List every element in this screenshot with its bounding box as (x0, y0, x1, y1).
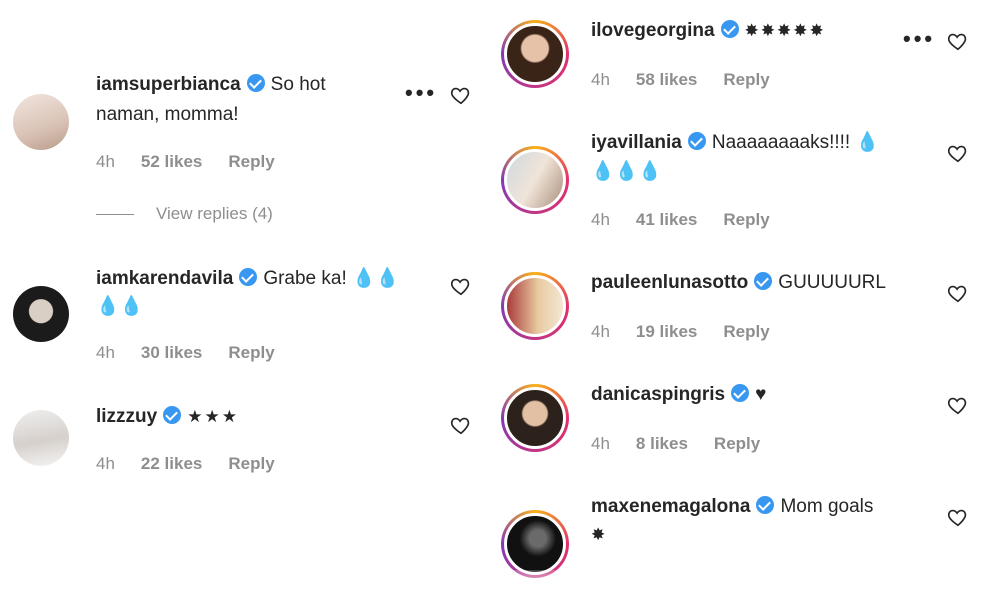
heart-icon[interactable] (947, 394, 969, 416)
comment-username[interactable]: ilovegeorgina (591, 20, 715, 41)
avatar-story-ring[interactable] (501, 146, 569, 214)
comment-time[interactable]: 4h (591, 210, 610, 229)
verified-badge-icon (163, 406, 182, 424)
avatar[interactable] (13, 410, 69, 466)
avatar[interactable] (504, 275, 566, 337)
avatar[interactable] (504, 149, 566, 211)
bottom-fade (495, 570, 1000, 599)
reply-button[interactable]: Reply (723, 322, 769, 341)
comment-time[interactable]: 4h (591, 434, 610, 453)
comment-text: Naaaaaaaaks!!!! 💧 (711, 132, 880, 153)
comment-text-continued: ✸ (591, 525, 608, 544)
view-replies-link[interactable]: View replies (4) (96, 204, 273, 224)
comment-likes[interactable]: 19 likes (636, 322, 697, 341)
avatar-story-ring[interactable] (501, 384, 569, 452)
reply-button[interactable]: Reply (723, 210, 769, 229)
avatar[interactable] (504, 513, 566, 575)
heart-icon[interactable] (947, 30, 969, 52)
divider-line (96, 214, 134, 216)
more-options-icon[interactable]: ••• (903, 26, 935, 52)
comment-username[interactable]: iamsuperbianca (96, 74, 241, 95)
verified-badge-icon (756, 496, 775, 514)
reply-button[interactable]: Reply (228, 454, 274, 473)
more-options-icon[interactable]: ••• (405, 80, 437, 106)
heart-icon[interactable] (450, 84, 472, 106)
reply-button[interactable]: Reply (228, 152, 274, 171)
avatar[interactable] (504, 387, 566, 449)
comment-time[interactable]: 4h (96, 454, 115, 473)
comment-text: ♥ (755, 384, 767, 405)
comment-text-continued: naman, momma! (96, 104, 239, 125)
heart-icon[interactable] (947, 506, 969, 528)
comment-username[interactable]: danicaspingris (591, 384, 725, 405)
avatar-story-ring[interactable] (501, 272, 569, 340)
right-comment-column: ilovegeorgina ✸✸✸✸✸ 4h 58 likes Reply ••• i… (495, 0, 1000, 599)
heart-icon[interactable] (450, 414, 472, 436)
reply-button[interactable]: Reply (228, 343, 274, 362)
comment-text: GUUUUURL (778, 272, 886, 293)
avatar[interactable] (13, 94, 69, 150)
comment-likes[interactable]: 22 likes (141, 454, 202, 473)
verified-badge-icon (239, 268, 258, 286)
comment-likes[interactable]: 52 likes (141, 152, 202, 171)
comment-likes[interactable]: 41 likes (636, 210, 697, 229)
avatar[interactable] (13, 286, 69, 342)
left-comment-column: iamsuperbianca So hot naman, momma! 4h 52 … (0, 0, 495, 599)
avatar-story-ring[interactable] (501, 20, 569, 88)
comment-likes[interactable]: 30 likes (141, 343, 202, 362)
comment-text: Grabe ka! 💧💧 (263, 268, 400, 289)
verified-badge-icon (754, 272, 773, 290)
comment-text: Mom goals (780, 496, 874, 517)
verified-badge-icon (731, 384, 750, 402)
comment-time[interactable]: 4h (591, 322, 610, 341)
verified-badge-icon (720, 20, 739, 38)
comment-username[interactable]: iamkarendavila (96, 268, 233, 289)
comment-text: ✸✸✸✸✸ (744, 21, 826, 40)
comment-username[interactable]: pauleenlunasotto (591, 272, 748, 293)
comment-time[interactable]: 4h (96, 343, 115, 362)
heart-icon[interactable] (947, 142, 969, 164)
comment-username[interactable]: maxenemagalona (591, 496, 750, 517)
verified-badge-icon (687, 132, 706, 150)
comment-text-continued: 💧💧💧 (591, 161, 662, 182)
comment-time[interactable]: 4h (591, 70, 610, 89)
reply-button[interactable]: Reply (714, 434, 760, 453)
avatar-story-ring[interactable] (501, 510, 569, 578)
avatar[interactable] (504, 23, 566, 85)
heart-icon[interactable] (947, 282, 969, 304)
comment-text-continued: 💧💧 (96, 296, 144, 317)
reply-button[interactable]: Reply (723, 70, 769, 89)
comment-text: So hot (270, 74, 326, 95)
comment-text: ★★★ (187, 407, 239, 426)
verified-badge-icon (246, 74, 265, 92)
comment-likes[interactable]: 58 likes (636, 70, 697, 89)
comment-likes[interactable]: 8 likes (636, 434, 688, 453)
heart-icon[interactable] (450, 275, 472, 297)
comment-username[interactable]: lizzzuy (96, 406, 157, 427)
comment-time[interactable]: 4h (96, 152, 115, 171)
comment-username[interactable]: iyavillania (591, 132, 682, 153)
view-replies-label[interactable]: View replies (4) (156, 204, 273, 223)
